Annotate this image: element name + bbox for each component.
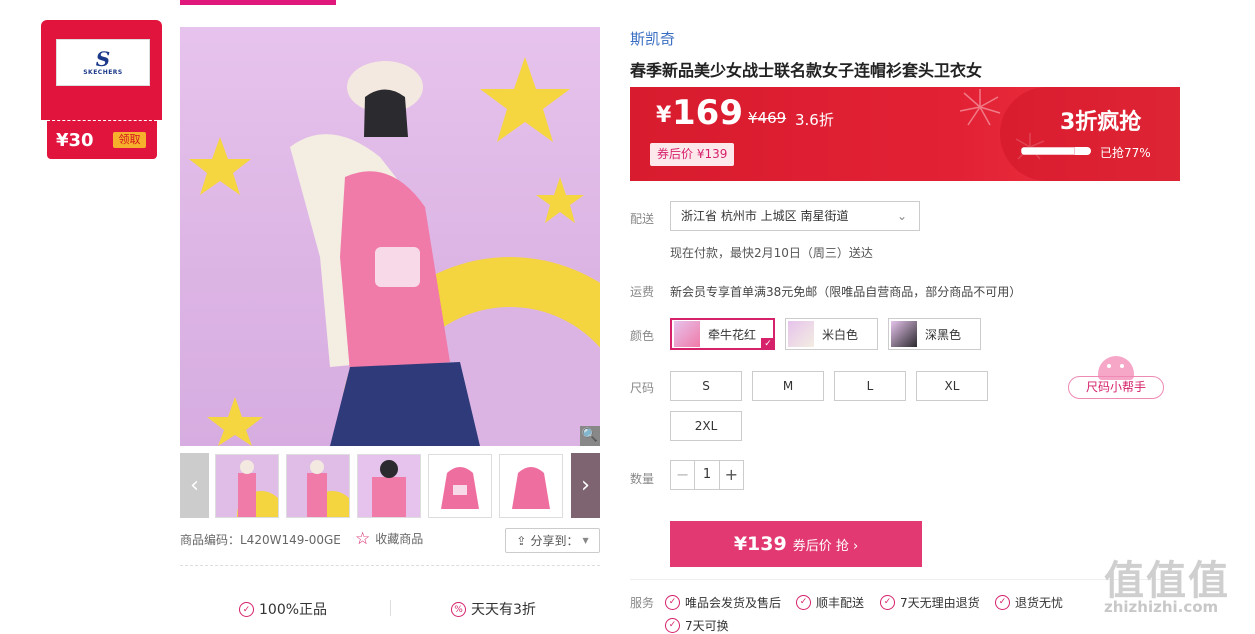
decrease-button[interactable]: − — [671, 461, 696, 489]
color-swatch-black — [891, 321, 917, 347]
original-price: ¥469 — [748, 109, 787, 127]
check-circle-icon: ✓ — [665, 618, 680, 633]
thumbnail-next-button[interactable]: › — [571, 453, 600, 518]
brand-logo-text: SKECHERS — [83, 69, 123, 76]
percent-icon: % — [451, 601, 466, 617]
service-label: 7天可换 — [685, 619, 729, 633]
price-banner: ¥ 169 ¥469 3.6折 券后价 ¥139 3折疯抢 已抢77% — [630, 87, 1180, 181]
check-circle-icon: ✓ — [880, 595, 895, 610]
coupon-footer: ¥30 领取 — [47, 120, 157, 159]
chevron-down-icon: ⌄ — [896, 209, 907, 223]
current-price: 169 — [672, 93, 743, 133]
color-option-black[interactable]: 深黑色 — [888, 318, 981, 350]
color-option-beige[interactable]: 米白色 — [785, 318, 878, 350]
delivery-address-select[interactable]: 浙江省 杭州市 上城区 南星街道 ⌄ — [670, 201, 920, 231]
favorite-label: 收藏商品 — [375, 532, 424, 546]
share-icon: ⇪ — [516, 533, 527, 548]
buy-price: ¥139 — [733, 533, 787, 555]
divider — [180, 565, 600, 566]
brand-logo: S SKECHERS — [56, 39, 150, 86]
zoom-icon[interactable]: 🔍 — [580, 426, 600, 446]
product-photo — [189, 57, 600, 446]
active-tab-indicator — [180, 0, 336, 5]
check-circle-icon: ✓ — [665, 595, 680, 610]
color-swatch-pink — [674, 321, 700, 347]
star-icon: ☆ — [355, 528, 371, 549]
shipping-label: 运费 — [630, 285, 655, 299]
buy-button[interactable]: ¥139 券后价 抢 › — [670, 521, 922, 567]
divider — [390, 600, 391, 616]
size-option-m[interactable]: M — [752, 371, 824, 401]
service-item: ✓ 退货无忧 — [995, 594, 1063, 611]
thumbnail-2[interactable] — [286, 454, 350, 518]
color-label: 颜色 — [630, 329, 655, 343]
coupon-amount: ¥30 — [56, 130, 94, 151]
shipping-info: 新会员专享首单满38元免邮（限唯品自营商品，部分商品不可用） — [670, 285, 1022, 299]
size-option-l[interactable]: L — [834, 371, 906, 401]
share-button[interactable]: ⇪ 分享到： ▼ — [505, 528, 600, 553]
check-icon: ✓ — [761, 338, 775, 350]
delivery-address: 浙江省 杭州市 上城区 南星街道 — [681, 209, 849, 223]
color-option-pink[interactable]: 牵牛花红 ✓ — [670, 318, 775, 350]
delivery-eta: 现在付款，最快2月10日（周三）送达 — [670, 246, 873, 260]
size-option-2xl[interactable]: 2XL — [670, 411, 742, 441]
color-swatch-beige — [788, 321, 814, 347]
guarantee-authentic: ✓ 100%正品 — [239, 599, 327, 619]
quantity-stepper[interactable]: − 1 + — [670, 460, 744, 490]
sold-progress-bar — [1021, 147, 1091, 155]
thumbnail-3[interactable] — [357, 454, 421, 518]
color-option-label: 米白色 — [822, 327, 859, 342]
thumbnail-prev-button[interactable]: ‹ — [180, 453, 209, 518]
color-option-label: 深黑色 — [925, 327, 962, 342]
service-item: ✓ 7天无理由退货 — [880, 594, 980, 611]
claim-coupon-button[interactable]: 领取 — [113, 132, 146, 148]
shield-icon: ✓ — [239, 601, 254, 617]
size-helper-button[interactable]: 尺码小帮手 — [1068, 376, 1164, 399]
quantity-value[interactable]: 1 — [695, 461, 718, 489]
product-code: 商品编码：L420W149-00GE — [180, 533, 341, 547]
guarantee-discount: % 天天有3折 — [451, 599, 536, 619]
delivery-label: 配送 — [630, 212, 655, 226]
service-label: 7天无理由退货 — [900, 596, 980, 610]
thumbnail-4[interactable] — [428, 454, 492, 518]
guarantee-label: 100%正品 — [259, 602, 328, 618]
after-coupon-price: 券后价 ¥139 — [650, 143, 735, 166]
service-item: ✓ 顺丰配送 — [796, 594, 864, 611]
chevron-down-icon: ▼ — [582, 536, 589, 545]
thumbnail-5[interactable] — [499, 454, 563, 518]
service-label: 退货无忧 — [1015, 596, 1064, 610]
sold-progress-fill — [1021, 147, 1075, 155]
increase-button[interactable]: + — [718, 461, 743, 489]
color-option-label: 牵牛花红 — [708, 327, 757, 342]
size-option-xl[interactable]: XL — [916, 371, 988, 401]
service-item: ✓ 唯品会发货及售后 — [665, 594, 781, 611]
size-label: 尺码 — [630, 381, 655, 395]
brand-link[interactable]: 斯凯奇 — [630, 28, 675, 49]
discount-rate: 3.6折 — [795, 111, 834, 129]
quantity-label: 数量 — [630, 472, 655, 486]
service-label: 唯品会发货及售后 — [685, 596, 782, 610]
product-title: 春季新品美少女战士联名款女子连帽衫套头卫衣女 — [630, 61, 983, 80]
watermark-site: zhizhizhi.com — [1104, 598, 1219, 616]
thumbnail-1[interactable] — [215, 454, 279, 518]
size-option-s[interactable]: S — [670, 371, 742, 401]
services-label: 服务 — [630, 596, 655, 610]
share-label: 分享到： — [530, 534, 579, 548]
coupon-header: S SKECHERS — [41, 20, 162, 120]
buy-label: 券后价 抢 › — [792, 538, 859, 554]
coupon-card[interactable]: S SKECHERS ¥30 领取 — [41, 20, 162, 159]
price-currency: ¥ — [656, 103, 672, 128]
thumbnail-strip: ‹ › — [180, 453, 600, 518]
service-item: ✓ 7天可换 — [665, 617, 729, 634]
check-circle-icon: ✓ — [796, 595, 811, 610]
product-main-image[interactable]: 🔍 — [180, 27, 600, 446]
service-label: 顺丰配送 — [816, 596, 865, 610]
divider — [630, 579, 1180, 580]
check-circle-icon: ✓ — [995, 595, 1010, 610]
sold-percent: 已抢77% — [1100, 146, 1151, 160]
brand-logo-mark: S — [95, 47, 111, 71]
flash-sale-label: 3折疯抢 — [1060, 110, 1142, 135]
favorite-button[interactable]: ☆ 收藏商品 — [355, 530, 423, 547]
guarantee-label: 天天有3折 — [471, 602, 536, 618]
